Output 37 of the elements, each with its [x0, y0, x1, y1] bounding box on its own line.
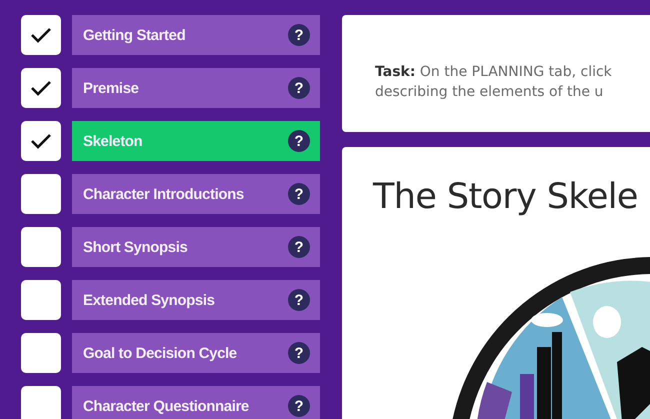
- checkbox[interactable]: [21, 174, 61, 214]
- step-item[interactable]: Skeleton ?: [72, 121, 320, 161]
- step-item[interactable]: Extended Synopsis ?: [72, 280, 320, 320]
- step-item[interactable]: Character Introductions ?: [72, 174, 320, 214]
- checkbox[interactable]: [21, 386, 61, 419]
- page-title: The Story Skele: [373, 177, 639, 217]
- step-item[interactable]: Character Questionnaire ?: [72, 386, 320, 419]
- checkbox[interactable]: [21, 15, 61, 55]
- step-label: Extended Synopsis: [83, 292, 215, 308]
- task-text: Task: On the PLANNING tab, click describing the elements of the u: [375, 63, 613, 102]
- checkmark-icon: [30, 27, 52, 43]
- step-label: Goal to Decision Cycle: [83, 344, 237, 362]
- help-button[interactable]: ?: [288, 183, 310, 205]
- help-button[interactable]: ?: [288, 130, 310, 152]
- checkbox[interactable]: [21, 121, 61, 161]
- step-item[interactable]: Short Synopsis ?: [72, 227, 320, 267]
- checkbox[interactable]: [21, 227, 61, 267]
- help-button[interactable]: ?: [288, 77, 310, 99]
- help-button[interactable]: ?: [288, 342, 310, 364]
- step-item[interactable]: Premise ?: [72, 68, 320, 108]
- checkbox[interactable]: [21, 280, 61, 320]
- step-label: Character Questionnaire: [83, 398, 249, 414]
- step-label: Character Introductions: [83, 186, 244, 202]
- step-label: Premise: [83, 80, 139, 96]
- checkmark-icon: [30, 133, 52, 149]
- checkbox[interactable]: [21, 333, 61, 373]
- help-button[interactable]: ?: [288, 236, 310, 258]
- step-item[interactable]: Getting Started ?: [72, 15, 320, 55]
- step-label: Getting Started: [83, 26, 186, 44]
- help-button[interactable]: ?: [288, 289, 310, 311]
- checkbox[interactable]: [21, 68, 61, 108]
- step-label: Skeleton: [83, 132, 142, 150]
- step-label: Short Synopsis: [83, 238, 188, 256]
- help-button[interactable]: ?: [288, 395, 310, 417]
- checkmark-icon: [30, 80, 52, 96]
- step-item[interactable]: Goal to Decision Cycle ?: [72, 333, 320, 373]
- help-button[interactable]: ?: [288, 24, 310, 46]
